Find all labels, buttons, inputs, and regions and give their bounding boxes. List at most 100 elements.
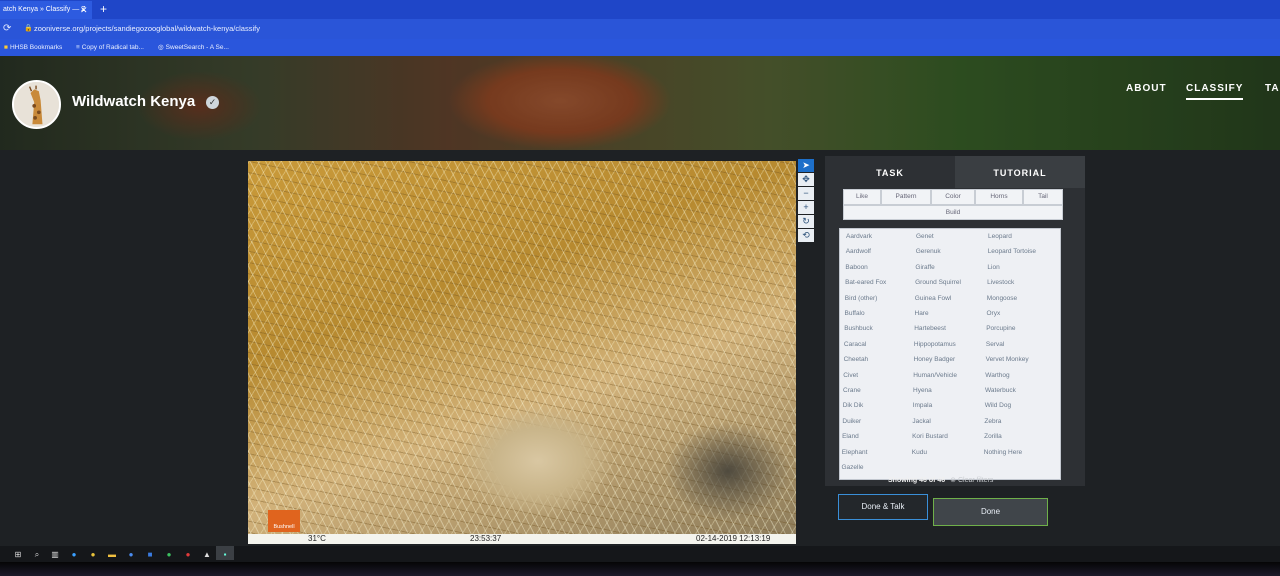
species-option[interactable]: Elephant xyxy=(842,449,868,456)
search-icon[interactable]: ⌕ xyxy=(32,550,42,560)
species-option[interactable]: Porcupine xyxy=(986,325,1015,332)
tab-tutorial[interactable]: TUTORIAL xyxy=(955,156,1085,188)
species-option[interactable]: Duiker xyxy=(842,418,861,425)
species-option[interactable]: Dik Dik xyxy=(843,402,864,409)
bookmarks-bar: ■ HHSB Bookmarks ≡ Copy of Radical tab... … xyxy=(0,39,1280,56)
folder-icon[interactable]: ▬ xyxy=(107,550,117,560)
nav-classify[interactable]: CLASSIFY xyxy=(1186,83,1244,100)
species-option[interactable]: Bird (other) xyxy=(845,295,878,302)
project-title[interactable]: Wildwatch Kenya xyxy=(72,93,195,110)
filter-color[interactable]: Color xyxy=(931,189,975,205)
species-option[interactable]: Buffalo xyxy=(845,310,865,317)
new-tab-button[interactable]: + xyxy=(100,0,107,18)
showing-count: Showing 46 of 46 ⊗ Clear filters xyxy=(888,476,993,484)
species-option[interactable]: Bushbuck xyxy=(844,325,873,332)
nav-talk[interactable]: TA xyxy=(1265,83,1280,94)
lock-icon[interactable]: 🔒 xyxy=(24,19,33,39)
species-option[interactable]: Serval xyxy=(986,341,1004,348)
species-option[interactable]: Gazelle xyxy=(842,464,864,471)
filter-like[interactable]: Like xyxy=(843,189,881,205)
clear-filters-button[interactable]: ⊗ Clear filters xyxy=(950,477,993,484)
species-option[interactable]: Crane xyxy=(843,387,861,394)
chrome-icon[interactable]: ● xyxy=(88,550,98,560)
reload-icon[interactable]: ⟳ xyxy=(3,19,11,39)
species-option[interactable]: Civet xyxy=(843,372,858,379)
species-option[interactable]: Hyena xyxy=(913,387,932,394)
species-option[interactable]: Honey Badger xyxy=(914,356,956,363)
species-option[interactable]: Genet xyxy=(916,233,934,240)
project-avatar[interactable] xyxy=(12,80,61,129)
species-option[interactable]: Kudu xyxy=(912,449,927,456)
species-option[interactable]: Eland xyxy=(842,433,859,440)
species-option[interactable]: Hare xyxy=(915,310,929,317)
species-option[interactable]: Aardwolf xyxy=(846,248,871,255)
showing-text: Showing 46 of 46 xyxy=(888,477,946,484)
done-button[interactable]: Done xyxy=(933,498,1048,526)
bookmark-search[interactable]: ◎ SweetSearch - A Se... xyxy=(158,39,229,56)
pointer-icon[interactable]: ➤ xyxy=(798,159,814,172)
species-option[interactable]: Mongoose xyxy=(987,295,1017,302)
species-option[interactable]: Aardvark xyxy=(846,233,872,240)
pan-icon[interactable]: ✥ xyxy=(798,173,814,186)
filter-build[interactable]: Build xyxy=(843,205,1063,220)
project-header: Wildwatch Kenya ✓ ABOUT CLASSIFY TA xyxy=(0,56,1280,150)
species-option[interactable]: Leopard xyxy=(988,233,1012,240)
species-list: Aardvark Aardwolf Baboon Bat-eared Fox Bird … xyxy=(839,228,1061,480)
edge-icon[interactable]: ● xyxy=(69,550,79,560)
reset-icon[interactable]: ⟲ xyxy=(798,229,814,242)
species-option[interactable]: Human/Vehicle xyxy=(913,372,957,379)
species-option[interactable]: Gerenuk xyxy=(916,248,941,255)
species-option[interactable]: Cheetah xyxy=(844,356,869,363)
bookmark-label: SweetSearch - A Se... xyxy=(165,44,229,51)
species-option[interactable]: Ground Squirrel xyxy=(915,279,961,286)
species-option[interactable]: Warthog xyxy=(985,372,1009,379)
task-view-icon[interactable]: ▥ xyxy=(50,550,60,560)
nav-about[interactable]: ABOUT xyxy=(1126,83,1167,94)
app-active-icon[interactable]: ▪ xyxy=(220,550,230,560)
done-and-talk-button[interactable]: Done & Talk xyxy=(838,494,928,520)
subject-image[interactable]: Bushnell 31°C 23:53:37 02-14-2019 12:13:… xyxy=(248,161,796,544)
species-option[interactable]: Baboon xyxy=(845,264,867,271)
monitor-bezel xyxy=(0,562,1280,576)
zoom-in-icon[interactable]: + xyxy=(798,201,814,214)
species-option[interactable]: Zorilla xyxy=(984,433,1002,440)
species-option[interactable]: Guinea Fowl xyxy=(915,295,952,302)
app-green-icon[interactable]: ● xyxy=(164,550,174,560)
species-option[interactable]: Kori Bustard xyxy=(912,433,948,440)
rotate-icon[interactable]: ↻ xyxy=(798,215,814,228)
species-option[interactable]: Jackal xyxy=(912,418,930,425)
bookmark-folder[interactable]: ■ HHSB Bookmarks xyxy=(4,39,62,56)
zoom-out-icon[interactable]: − xyxy=(798,187,814,200)
species-option[interactable]: Leopard Tortoise xyxy=(988,248,1036,255)
bookmark-doc[interactable]: ≡ Copy of Radical tab... xyxy=(76,39,144,56)
browser-tab[interactable]: atch Kenya » Classify — Z ✕ xyxy=(0,1,92,19)
species-option[interactable]: Wild Dog xyxy=(985,402,1011,409)
close-tab-icon[interactable]: ✕ xyxy=(80,1,88,19)
url-field[interactable]: zooniverse.org/projects/sandiegozoogloba… xyxy=(34,19,260,39)
store-icon[interactable]: ■ xyxy=(145,550,155,560)
species-option[interactable]: Lion xyxy=(987,264,999,271)
species-option[interactable]: Oryx xyxy=(987,310,1001,317)
filter-tail[interactable]: Tail xyxy=(1023,189,1063,205)
species-option[interactable]: Caracal xyxy=(844,341,866,348)
windows-start-icon[interactable]: ⊞ xyxy=(13,550,23,560)
species-option[interactable]: Impala xyxy=(913,402,933,409)
mail-icon[interactable]: ● xyxy=(126,550,136,560)
filter-horns[interactable]: Horns xyxy=(975,189,1023,205)
address-bar: ⟳ 🔒 zooniverse.org/projects/sandiegozoog… xyxy=(0,19,1280,39)
filter-pattern[interactable]: Pattern xyxy=(881,189,931,205)
giraffe-icon xyxy=(14,82,59,127)
species-option[interactable]: Vervet Monkey xyxy=(986,356,1029,363)
task-panel: TASK TUTORIAL Like Pattern Color Horns T… xyxy=(825,156,1085,486)
species-option[interactable]: Zebra xyxy=(984,418,1001,425)
species-option[interactable]: Bat-eared Fox xyxy=(845,279,886,286)
app-misc-icon[interactable]: ▲ xyxy=(202,550,212,560)
app-red-icon[interactable]: ● xyxy=(183,550,193,560)
species-option[interactable]: Livestock xyxy=(987,279,1014,286)
species-option[interactable]: Giraffe xyxy=(915,264,934,271)
species-option[interactable]: Hartebeest xyxy=(914,325,946,332)
tab-task[interactable]: TASK xyxy=(825,156,955,188)
species-option[interactable]: Hippopotamus xyxy=(914,341,956,348)
species-option[interactable]: Waterbuck xyxy=(985,387,1016,394)
species-option[interactable]: Nothing Here xyxy=(984,449,1022,456)
